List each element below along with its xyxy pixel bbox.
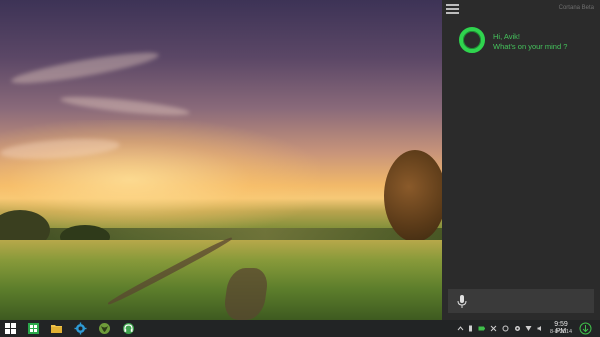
network-icon[interactable] <box>525 325 532 332</box>
grass-field <box>0 240 442 320</box>
volume-icon[interactable] <box>537 325 544 332</box>
xbox-icon[interactable] <box>98 322 111 335</box>
desktop-wallpaper <box>0 0 442 320</box>
clock-date[interactable]: 8-8-2014 <box>549 329 573 335</box>
sync-icon[interactable] <box>502 325 509 332</box>
settings-tray-icon[interactable] <box>514 325 521 332</box>
battery-icon[interactable] <box>478 325 485 332</box>
gear-icon[interactable] <box>74 322 87 335</box>
store-icon[interactable] <box>27 322 40 335</box>
headphones-icon[interactable] <box>122 322 135 335</box>
hamburger-menu-icon[interactable] <box>446 4 459 16</box>
tree <box>384 150 442 242</box>
microphone-icon[interactable] <box>457 295 467 308</box>
taskbar: 9:59 PM 8-8-2014 <box>0 320 600 337</box>
cloud <box>9 47 161 89</box>
cortana-panel: Cortana Beta Hi, Avik! What's on your mi… <box>442 0 600 320</box>
cortana-search-box[interactable] <box>448 289 594 313</box>
folder-icon[interactable] <box>50 322 63 335</box>
greeting-line-1: Hi, Avik! <box>493 32 520 41</box>
panel-title: Cortana Beta <box>558 5 594 11</box>
cortana-ring-icon[interactable] <box>459 27 485 53</box>
cortana-greeting: Hi, Avik! What's on your mind ? <box>493 32 567 52</box>
windows-logo-icon[interactable] <box>4 322 17 335</box>
greeting-line-2: What's on your mind ? <box>493 42 568 51</box>
close-x-icon[interactable] <box>490 325 497 332</box>
show-hidden-icons-chevron-icon[interactable] <box>457 325 464 332</box>
usb-icon[interactable] <box>467 325 474 332</box>
cloud <box>59 93 191 119</box>
download-icon[interactable] <box>579 322 592 335</box>
